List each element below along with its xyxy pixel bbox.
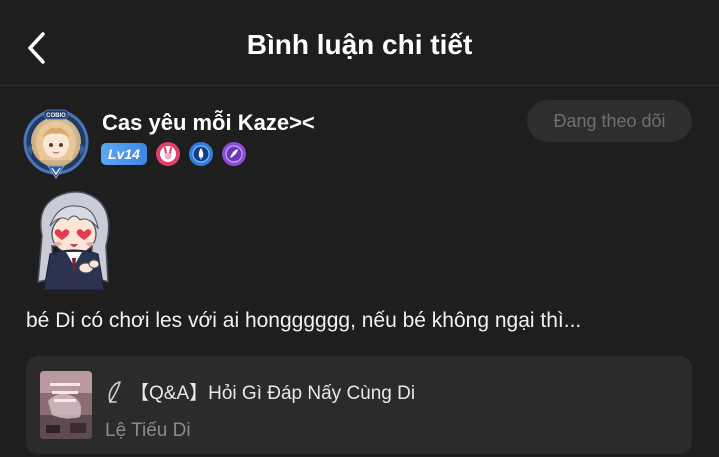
avatar-frame-label: COBIO: [46, 113, 66, 119]
rabbit-medal-icon[interactable]: [155, 142, 180, 166]
avatar[interactable]: COBIO: [22, 108, 90, 180]
feather-medal-icon[interactable]: [221, 142, 246, 166]
username[interactable]: Cas yêu mỗi Kaze><: [102, 110, 315, 136]
page-title: Bình luận chi tiết: [246, 29, 473, 60]
anime-girl-heart-eyes-sticker: [28, 186, 124, 294]
user-badges: Lv14: [101, 142, 246, 166]
linked-post-card[interactable]: 【Q&A】Hỏi Gì Đáp Nấy Cùng Di Lệ Tiếu Di: [26, 356, 692, 454]
post-title-row: 【Q&A】Hỏi Gì Đáp Nấy Cùng Di: [104, 378, 415, 405]
quill-icon: [108, 380, 121, 403]
rocket-medal-icon[interactable]: [188, 142, 213, 166]
comment-detail-page: Bình luận chi tiết COBIO Cas yêu mỗi Kaz…: [0, 0, 719, 457]
post-author: Lệ Tiếu Di: [105, 420, 191, 441]
post-title: 【Q&A】Hỏi Gì Đáp Nấy Cùng Di: [130, 383, 416, 404]
post-cover-image: [40, 371, 92, 439]
top-bar: Bình luận chi tiết: [0, 0, 719, 86]
level-badge: Lv14: [101, 143, 147, 165]
follow-button[interactable]: Đang theo dõi: [527, 100, 692, 142]
comment-text: bé Di có chơi les với ai hongggggg, nếu …: [26, 309, 582, 332]
